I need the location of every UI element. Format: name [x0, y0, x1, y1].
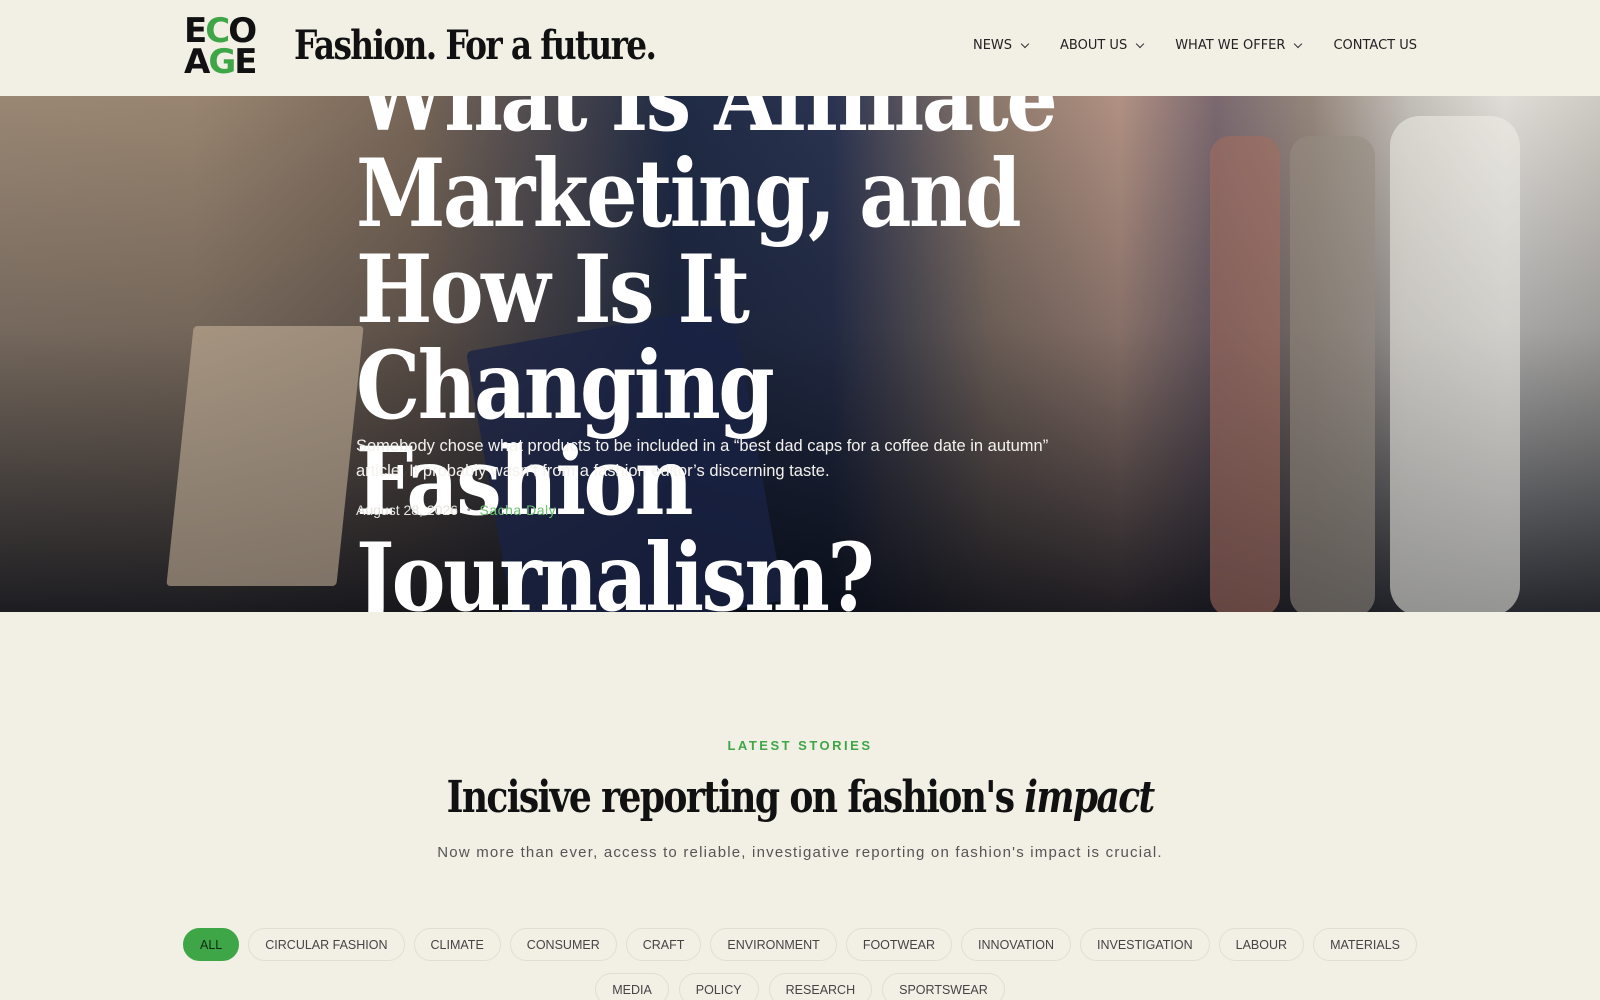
logo-row-bottom: A G E [184, 42, 264, 82]
hero-photo-garment [1210, 136, 1280, 612]
article-date: August 28, 2026 [356, 502, 458, 518]
filter-chip-environment[interactable]: ENVIRONMENT [710, 928, 837, 961]
meta-separator: • [466, 504, 471, 516]
main-nav: NEWS ABOUT US WHAT WE OFFER CONTACT US [973, 38, 1417, 53]
site-tagline: Fashion. For a future. [294, 22, 657, 69]
category-filters-row-2: MEDIA POLICY RESEARCH SPORTSWEAR [0, 973, 1600, 1000]
filter-chip-circular-fashion[interactable]: CIRCULAR FASHION [248, 928, 405, 961]
nav-item-what-we-offer[interactable]: WHAT WE OFFER [1175, 38, 1303, 53]
nav-item-news[interactable]: NEWS [972, 38, 1030, 53]
hero-banner[interactable]: What Is Affiliate Marketing, and How Is … [0, 96, 1600, 612]
filter-chip-policy[interactable]: POLICY [678, 973, 759, 1000]
chevron-down-icon [1135, 39, 1145, 48]
section-subtitle: Now more than ever, access to reliable, … [437, 844, 1163, 861]
hero-photo-bag [166, 326, 364, 586]
nav-label: NEWS [972, 38, 1013, 53]
logo-letter: E [234, 42, 257, 82]
article-excerpt: Somebody chose what products to be inclu… [356, 437, 1049, 480]
filter-chip-sportswear[interactable]: SPORTSWEAR [882, 973, 1005, 1000]
section-title-main: Incisive reporting on fashion's [446, 772, 1025, 823]
section-title: Incisive reporting on fashion's impact [0, 772, 1600, 823]
nav-item-about-us[interactable]: ABOUT US [1060, 38, 1145, 53]
filter-chip-media[interactable]: MEDIA [595, 973, 669, 1000]
category-filters-row-1: ALL CIRCULAR FASHION CLIMATE CONSUMER CR… [183, 928, 1417, 961]
logo-letter: G [208, 42, 236, 82]
filter-chip-innovation[interactable]: INNOVATION [961, 928, 1071, 961]
nav-label: WHAT WE OFFER [1175, 38, 1286, 53]
article-title[interactable]: What Is Affiliate Marketing, and How Is … [356, 96, 1096, 612]
section-eyebrow: LATEST STORIES [727, 738, 873, 753]
hero-photo-garment [1290, 136, 1375, 612]
nav-label: CONTACT US [1333, 38, 1417, 53]
nav-item-contact-us[interactable]: CONTACT US [1333, 38, 1417, 53]
filter-chip-investigation[interactable]: INVESTIGATION [1080, 928, 1210, 961]
hero-photo-garment [1390, 116, 1520, 612]
article-meta: August 28, 2026 • Sacha Daly [356, 502, 556, 518]
section-title-emphasis: impact [1024, 772, 1155, 823]
article-author-link[interactable]: Sacha Daly [480, 502, 557, 518]
filter-chip-footwear[interactable]: FOOTWEAR [845, 928, 953, 961]
logo-letter: A [184, 42, 210, 82]
nav-label: ABOUT US [1060, 38, 1128, 53]
section-title-inner: Incisive reporting on fashion's impact [446, 772, 1156, 823]
filter-chip-research[interactable]: RESEARCH [768, 973, 873, 1000]
filter-chip-labour[interactable]: LABOUR [1218, 928, 1305, 961]
filter-chip-craft[interactable]: CRAFT [625, 928, 702, 961]
chevron-down-icon [1294, 39, 1303, 48]
site-header: E C O A G E Fashion. For a future. NEWS … [0, 0, 1600, 96]
filter-chip-all[interactable]: ALL [183, 928, 240, 961]
filter-chip-materials[interactable]: MATERIALS [1313, 928, 1417, 961]
filter-chip-consumer[interactable]: CONSUMER [509, 928, 617, 961]
chevron-down-icon [1020, 39, 1030, 48]
eco-age-logo[interactable]: E C O A G E [184, 14, 264, 82]
filter-chip-climate[interactable]: CLIMATE [413, 928, 501, 961]
